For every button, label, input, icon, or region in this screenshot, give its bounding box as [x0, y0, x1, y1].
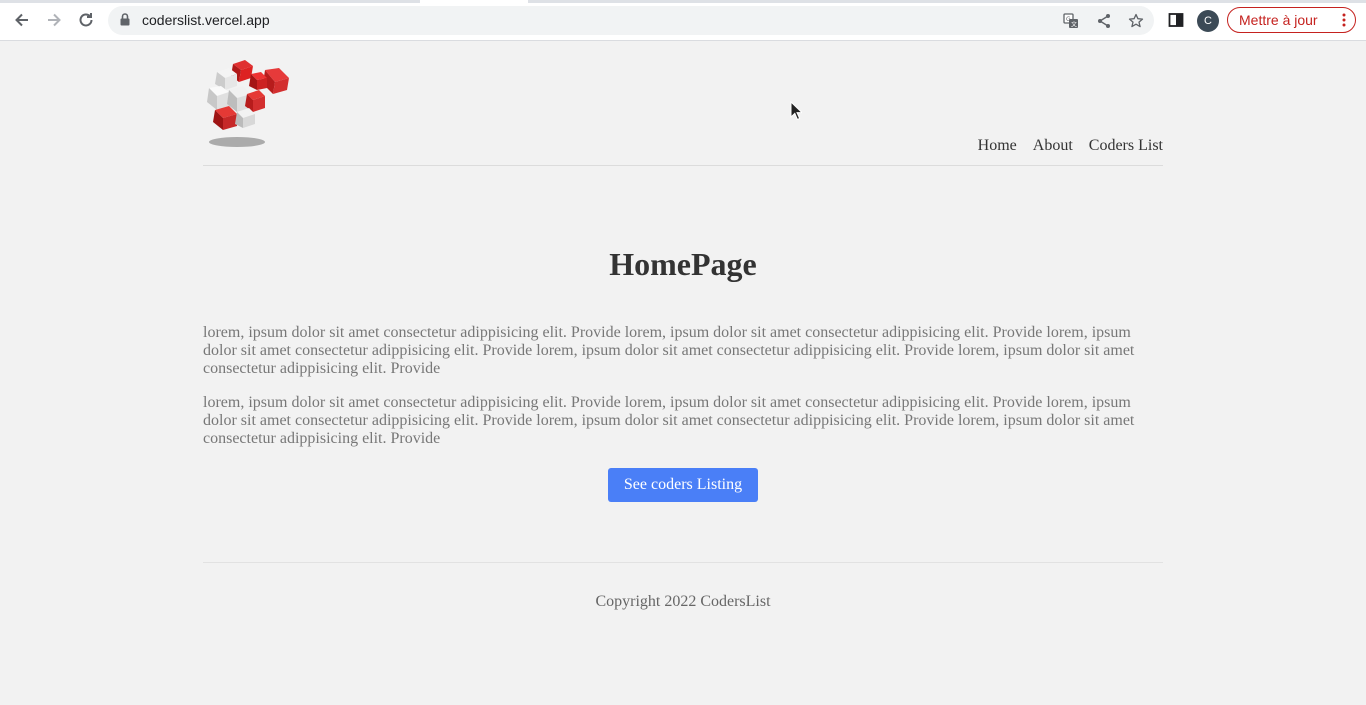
share-icon[interactable]: [1094, 11, 1114, 31]
update-label: Mettre à jour: [1239, 12, 1318, 28]
url-text: coderslist.vercel.app: [142, 12, 270, 28]
header-divider: [203, 165, 1163, 166]
reload-icon[interactable]: [74, 8, 98, 32]
profile-avatar[interactable]: C: [1197, 10, 1219, 32]
browser-toolbar: coderslist.vercel.app G文 C Mettre à jour: [0, 0, 1366, 41]
footer-divider: [203, 562, 1163, 563]
see-coders-listing-button[interactable]: See coders Listing: [608, 468, 758, 502]
nav-coders-list[interactable]: Coders List: [1089, 137, 1163, 154]
main-nav: Home About Coders List: [966, 137, 1163, 155]
more-menu-icon[interactable]: [1342, 13, 1346, 30]
side-panel-icon[interactable]: [1164, 8, 1188, 32]
tab-strip-edge: [0, 0, 1366, 3]
update-button[interactable]: Mettre à jour: [1227, 7, 1356, 33]
forward-icon[interactable]: [42, 8, 66, 32]
nav-about[interactable]: About: [1033, 137, 1073, 154]
mouse-cursor-icon: [790, 100, 804, 126]
footer-copyright: Copyright 2022 CodersList: [595, 593, 771, 610]
site-logo[interactable]: [203, 58, 293, 150]
intro-paragraph-2: lorem, ipsum dolor sit amet consectetur …: [203, 394, 1135, 447]
back-icon[interactable]: [10, 8, 34, 32]
nav-home[interactable]: Home: [978, 137, 1017, 154]
page-title: HomePage: [609, 246, 757, 282]
bookmark-star-icon[interactable]: [1126, 11, 1146, 31]
address-bar[interactable]: coderslist.vercel.app G文: [108, 6, 1154, 35]
lock-icon: [120, 13, 130, 31]
intro-paragraph-1: lorem, ipsum dolor sit amet consectetur …: [203, 324, 1135, 377]
translate-icon[interactable]: G文: [1061, 11, 1081, 31]
svg-text:文: 文: [1071, 21, 1077, 29]
